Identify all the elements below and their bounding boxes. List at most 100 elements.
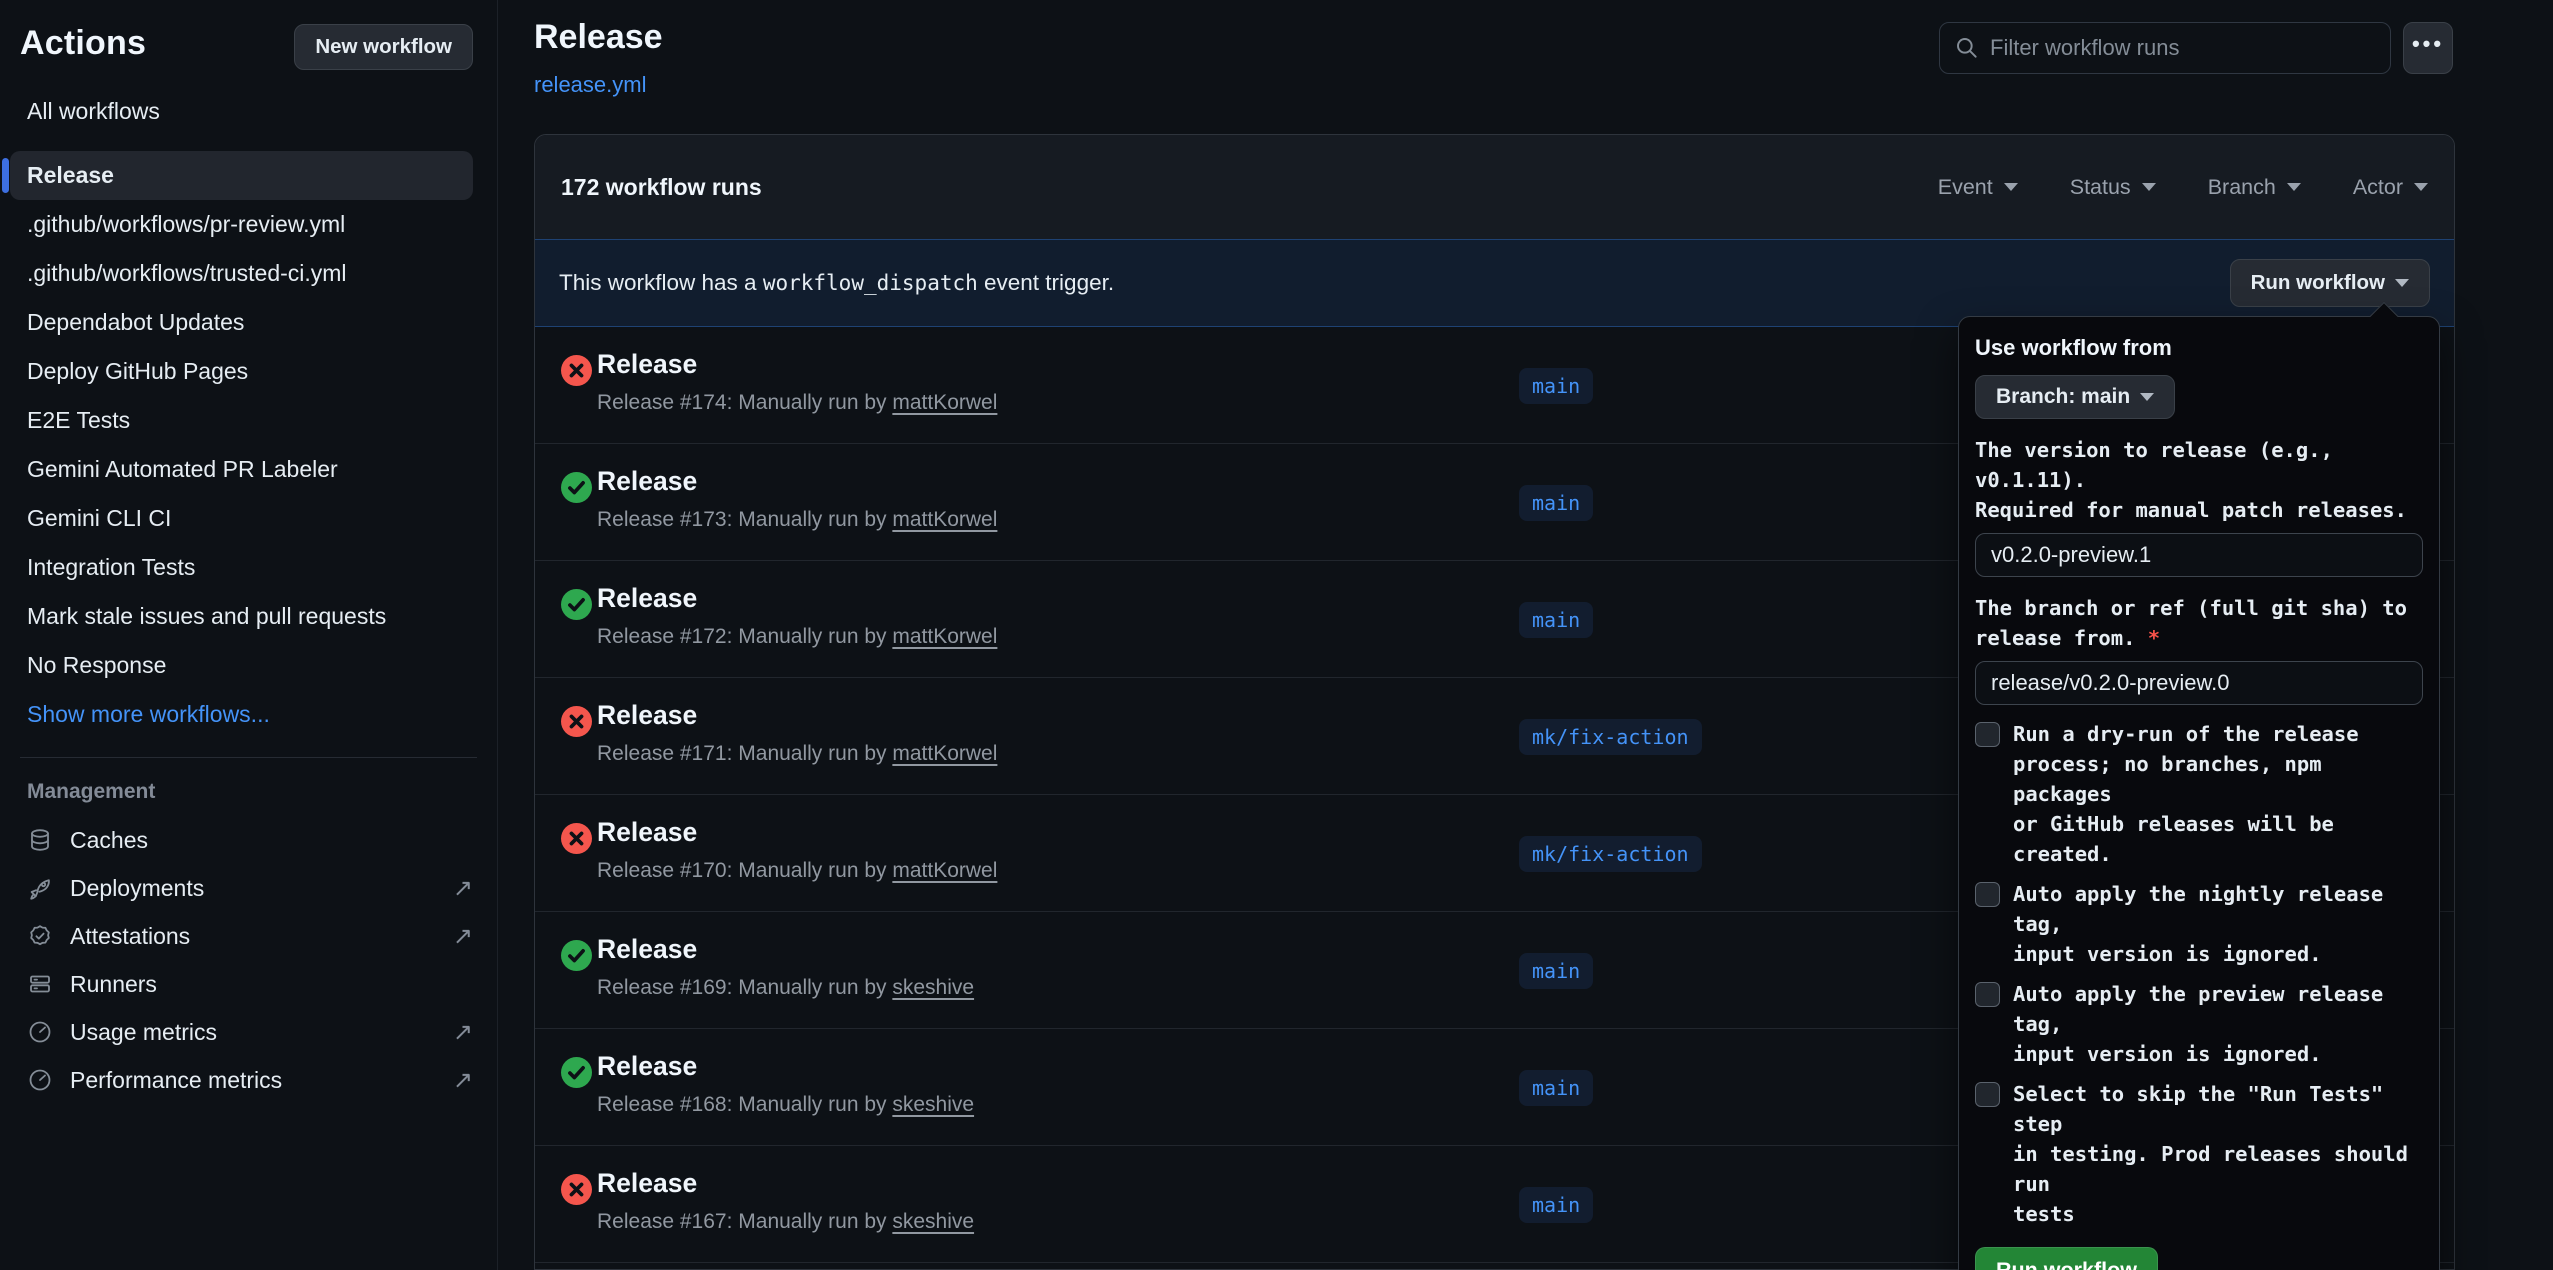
- branch-badge[interactable]: mk/fix-action: [1519, 836, 1702, 872]
- version-input-label: The version to release (e.g., v0.1.11). …: [1975, 435, 2423, 525]
- page-title: Actions: [20, 24, 146, 63]
- workflow-title: Release: [534, 18, 663, 57]
- run-title: Release: [597, 1051, 697, 1082]
- sidebar-workflow-item[interactable]: No Response: [10, 641, 473, 690]
- filter-dropdown-actor[interactable]: Actor: [2353, 175, 2428, 200]
- workflow-item-label: Show more workflows...: [27, 701, 270, 728]
- management-item-label: Caches: [70, 827, 148, 854]
- dispatch-option-row[interactable]: Auto apply the nightly release tag, inpu…: [1975, 879, 2423, 969]
- actor-link[interactable]: skeshive: [892, 1210, 974, 1233]
- management-item-deployments[interactable]: Deployments ↗: [0, 864, 497, 912]
- sidebar-workflow-item[interactable]: .github/workflows/trusted-ci.yml: [10, 249, 473, 298]
- checkbox-label: Select to skip the "Run Tests" step in t…: [2013, 1079, 2423, 1229]
- sidebar-workflow-item[interactable]: Mark stale issues and pull requests: [10, 592, 473, 641]
- checkbox-label: Auto apply the nightly release tag, inpu…: [2013, 879, 2423, 969]
- management-item-usage-metrics[interactable]: Usage metrics ↗: [0, 1008, 497, 1056]
- success-status-icon: [561, 589, 592, 620]
- branch-badge[interactable]: mk/fix-action: [1519, 719, 1702, 755]
- filter-label: Actor: [2353, 175, 2403, 200]
- actor-link[interactable]: skeshive: [892, 1093, 974, 1116]
- filter-dropdown-status[interactable]: Status: [2070, 175, 2156, 200]
- filter-workflow-runs-box[interactable]: [1939, 22, 2391, 74]
- checkbox[interactable]: [1975, 882, 2000, 907]
- new-workflow-button[interactable]: New workflow: [294, 24, 473, 70]
- branch-badge[interactable]: main: [1519, 953, 1593, 989]
- banner-text: This workflow has a workflow_dispatch ev…: [559, 270, 1114, 296]
- sidebar-workflow-item[interactable]: Integration Tests: [10, 543, 473, 592]
- actor-link[interactable]: mattKorwel: [892, 391, 997, 414]
- run-title: Release: [597, 817, 697, 848]
- filter-workflow-runs-input[interactable]: [1990, 35, 2376, 61]
- dispatch-option-row[interactable]: Run a dry-run of the release process; no…: [1975, 719, 2423, 869]
- sidebar-workflow-item[interactable]: Gemini CLI CI: [10, 494, 473, 543]
- run-title: Release: [597, 466, 697, 497]
- header-kebab-button[interactable]: •••: [2403, 22, 2453, 74]
- workflow-dispatch-code: workflow_dispatch: [763, 271, 978, 295]
- run-workflow-dropdown-button[interactable]: Run workflow: [2230, 259, 2430, 307]
- verified-badge-icon: [27, 923, 53, 949]
- dispatch-option-row[interactable]: Auto apply the preview release tag, inpu…: [1975, 979, 2423, 1069]
- sidebar-workflow-item[interactable]: Gemini Automated PR Labeler: [10, 445, 473, 494]
- runs-count-label: 172 workflow runs: [561, 174, 762, 201]
- checkbox-label: Run a dry-run of the release process; no…: [2013, 719, 2423, 869]
- actor-link[interactable]: mattKorwel: [892, 742, 997, 765]
- sidebar-divider: [20, 757, 477, 758]
- checkbox[interactable]: [1975, 982, 2000, 1007]
- filter-dropdown-branch[interactable]: Branch: [2208, 175, 2301, 200]
- meter-icon: [27, 1019, 53, 1045]
- management-item-caches[interactable]: Caches: [0, 816, 497, 864]
- workflow-dispatch-banner: This workflow has a workflow_dispatch ev…: [535, 239, 2454, 327]
- meter-icon: [27, 1067, 53, 1093]
- workflow-file-link[interactable]: release.yml: [534, 72, 646, 98]
- sidebar-workflow-item[interactable]: .github/workflows/pr-review.yml: [10, 200, 473, 249]
- management-item-label: Deployments: [70, 875, 204, 902]
- external-link-icon: ↗: [453, 874, 473, 903]
- actor-link[interactable]: mattKorwel: [892, 625, 997, 648]
- sidebar-item-all-workflows[interactable]: All workflows: [27, 98, 497, 125]
- branch-badge[interactable]: main: [1519, 1070, 1593, 1106]
- external-link-icon: ↗: [453, 1066, 473, 1095]
- management-item-attestations[interactable]: Attestations ↗: [0, 912, 497, 960]
- branch-badge[interactable]: main: [1519, 368, 1593, 404]
- branch-select-button[interactable]: Branch: main: [1975, 375, 2175, 419]
- sidebar-workflow-item[interactable]: Dependabot Updates: [10, 298, 473, 347]
- version-input[interactable]: [1975, 533, 2423, 577]
- sidebar-workflow-item[interactable]: Deploy GitHub Pages: [10, 347, 473, 396]
- failure-status-icon: [561, 706, 592, 737]
- run-description: Release #168: Manually run by skeshive: [597, 1093, 974, 1117]
- sidebar-workflow-item[interactable]: Release: [10, 151, 473, 200]
- branch-badge[interactable]: main: [1519, 1187, 1593, 1223]
- show-more-workflows-link[interactable]: Show more workflows...: [10, 690, 473, 739]
- run-description: Release #174: Manually run by mattKorwel: [597, 391, 997, 415]
- runs-filters: Event Status Branch Actor: [1938, 175, 2428, 200]
- run-title: Release: [597, 700, 697, 731]
- run-description: Release #169: Manually run by skeshive: [597, 976, 974, 1000]
- panel-run-workflow-button[interactable]: Run workflow: [1975, 1247, 2158, 1270]
- run-title: Release: [597, 349, 697, 380]
- management-item-label: Runners: [70, 971, 157, 998]
- failure-status-icon: [561, 355, 592, 386]
- branch-badge[interactable]: main: [1519, 485, 1593, 521]
- actor-link[interactable]: mattKorwel: [892, 508, 997, 531]
- actor-link[interactable]: skeshive: [892, 976, 974, 999]
- database-icon: [27, 827, 53, 853]
- workflow-item-label: Release: [27, 162, 114, 189]
- actor-link[interactable]: mattKorwel: [892, 859, 997, 882]
- chevron-down-icon: [2142, 183, 2156, 191]
- dispatch-option-row[interactable]: Select to skip the "Run Tests" step in t…: [1975, 1079, 2423, 1229]
- chevron-down-icon: [2140, 393, 2154, 401]
- workflow-item-label: .github/workflows/pr-review.yml: [27, 211, 345, 238]
- checkbox[interactable]: [1975, 1082, 2000, 1107]
- sidebar-workflow-item[interactable]: E2E Tests: [10, 396, 473, 445]
- branch-badge[interactable]: main: [1519, 602, 1593, 638]
- management-item-runners[interactable]: Runners: [0, 960, 497, 1008]
- filter-label: Status: [2070, 175, 2131, 200]
- ref-input[interactable]: [1975, 661, 2423, 705]
- ref-input-label: The branch or ref (full git sha) to rele…: [1975, 593, 2423, 653]
- workflow-item-label: Integration Tests: [27, 554, 195, 581]
- checkbox[interactable]: [1975, 722, 2000, 747]
- external-link-icon: ↗: [453, 1018, 473, 1047]
- filter-dropdown-event[interactable]: Event: [1938, 175, 2018, 200]
- management-item-performance-metrics[interactable]: Performance metrics ↗: [0, 1056, 497, 1104]
- management-item-label: Usage metrics: [70, 1019, 217, 1046]
